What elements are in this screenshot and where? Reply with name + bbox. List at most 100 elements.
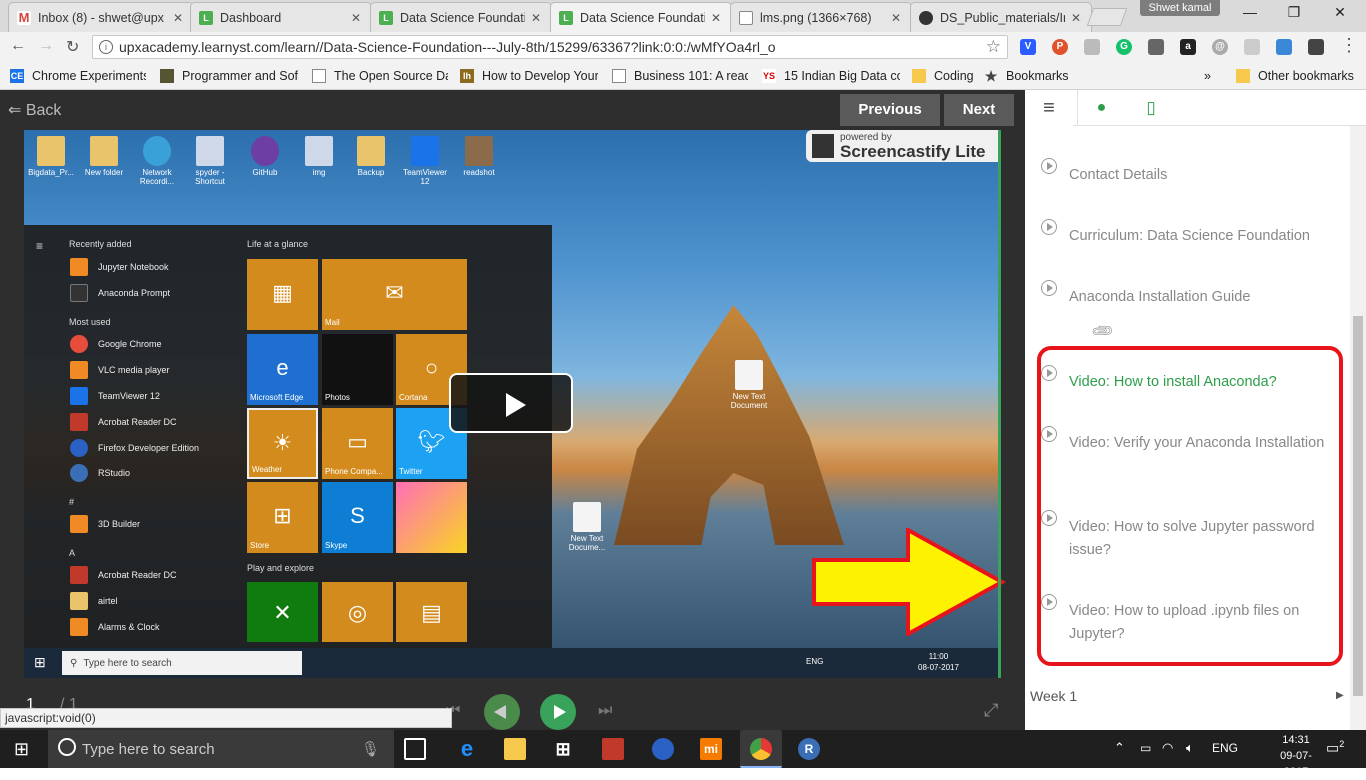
- page-icon: [612, 69, 626, 83]
- taskbar-search-box[interactable]: Type here to search 🎙︎: [48, 730, 394, 768]
- bookmark-programmer[interactable]: Programmer and Sof: [160, 68, 298, 84]
- bookmark-bookmarks[interactable]: ★ Bookmarks: [984, 68, 1080, 84]
- info-icon[interactable]: i: [99, 40, 113, 54]
- skype-tile: S Skype: [322, 482, 393, 553]
- desktop-icon: readshot: [456, 136, 502, 177]
- extension-icon[interactable]: [1084, 39, 1100, 55]
- bookmark-business-101[interactable]: Business 101: A readi: [612, 68, 748, 84]
- panel-scrollbar[interactable]: [1350, 126, 1366, 730]
- video-play-button[interactable]: [449, 373, 573, 433]
- tab-title: Data Science Foundati: [400, 10, 525, 25]
- tab-data-science-active[interactable]: L Data Science Foundati ✕: [550, 2, 732, 32]
- paperclip-icon[interactable]: 📎︎: [1089, 318, 1115, 344]
- tab-gmail[interactable]: M Inbox (8) - shwet@upx ✕: [8, 2, 194, 32]
- lesson-item[interactable]: Contact Details: [1041, 158, 1341, 187]
- close-icon[interactable]: ✕: [171, 11, 185, 25]
- amazon-icon[interactable]: a: [1180, 39, 1196, 55]
- back-arrow-icon[interactable]: ←: [10, 37, 26, 55]
- address-bar[interactable]: i upxacademy.learnyst.com/learn//Data-Sc…: [92, 35, 1008, 59]
- section-label: #: [69, 497, 75, 507]
- list-item: 3D Builder: [70, 514, 140, 534]
- language-indicator: ENG: [806, 657, 824, 666]
- rock-arch-wallpaper: [614, 305, 844, 545]
- candy-crush-tile: [396, 482, 467, 553]
- previous-button[interactable]: Previous: [840, 94, 940, 126]
- video-clock: 11:00 08-07-2017: [918, 652, 959, 672]
- scrollbar-thumb[interactable]: [1353, 316, 1363, 696]
- windows-logo-icon[interactable]: ⊞: [14, 739, 29, 760]
- wifi-icon[interactable]: ◠: [1162, 740, 1173, 756]
- tray-chevron-icon[interactable]: ⌃: [1114, 740, 1125, 756]
- fullscreen-icon[interactable]: ⤢: [984, 700, 998, 721]
- extension-icon[interactable]: [1308, 39, 1324, 55]
- task-view-icon[interactable]: [404, 738, 426, 760]
- tab-dashboard[interactable]: L Dashboard ✕: [190, 2, 372, 32]
- extension-icon[interactable]: [1148, 39, 1164, 55]
- sun-icon: ☀: [272, 430, 293, 456]
- file-explorer-icon[interactable]: [504, 738, 526, 760]
- close-icon[interactable]: ✕: [529, 11, 543, 25]
- lesson-item[interactable]: Anaconda Installation Guide: [1041, 280, 1341, 309]
- app-icon[interactable]: [602, 738, 624, 760]
- close-icon[interactable]: ✕: [889, 11, 903, 25]
- course-player: ⇐ Back Previous Next Bigdata_Pr... New f…: [0, 90, 1025, 730]
- play-icon: [554, 705, 566, 719]
- new-tab-button[interactable]: [1086, 8, 1128, 26]
- tab-data-science-1[interactable]: L Data Science Foundati ✕: [370, 2, 552, 32]
- notes-icon[interactable]: ▯: [1127, 90, 1175, 126]
- menu-dots-icon[interactable]: ⋮: [1340, 35, 1358, 56]
- mi-icon[interactable]: mi: [700, 738, 722, 760]
- tab-github[interactable]: DS_Public_materials/In ✕: [910, 2, 1092, 32]
- extension-icon[interactable]: P: [1052, 39, 1068, 55]
- profile-badge[interactable]: Shwet kamal: [1140, 0, 1220, 16]
- extension-icon[interactable]: [1244, 39, 1260, 55]
- next-button[interactable]: Next: [944, 94, 1014, 126]
- chrome-taskbar-button[interactable]: [740, 730, 782, 768]
- maximize-icon[interactable]: ❐: [1274, 4, 1314, 24]
- language-indicator[interactable]: ENG: [1212, 741, 1238, 755]
- grammarly-icon[interactable]: G: [1116, 39, 1132, 55]
- chat-icon[interactable]: ●: [1077, 90, 1125, 126]
- progress-edge: [998, 130, 1001, 678]
- bookmark-coding-folder[interactable]: Coding: [912, 68, 978, 84]
- panel-tabs: ≡ ● ▯: [1025, 90, 1366, 126]
- extension-icon[interactable]: @: [1212, 39, 1228, 55]
- close-window-icon[interactable]: ✕: [1320, 4, 1360, 24]
- star-icon[interactable]: ☆: [986, 37, 1001, 57]
- bookmark-indian-big-data[interactable]: YS 15 Indian Big Data co: [762, 68, 900, 84]
- store-icon[interactable]: ⊞: [552, 738, 574, 760]
- volume-icon[interactable]: 🔈︎: [1186, 740, 1194, 756]
- taskbar-clock[interactable]: 14:31 09-07-2017: [1276, 732, 1316, 780]
- notification-icon[interactable]: ▭2: [1326, 739, 1344, 757]
- outline-menu-icon[interactable]: ≡: [1025, 90, 1073, 126]
- tab-lms-png[interactable]: lms.png (1366×768) ✕: [730, 2, 912, 32]
- close-icon[interactable]: ✕: [709, 11, 723, 25]
- other-bookmarks[interactable]: Other bookmarks: [1236, 68, 1360, 84]
- back-link[interactable]: ⇐ Back: [8, 100, 61, 120]
- close-icon[interactable]: ✕: [1069, 11, 1083, 25]
- close-icon[interactable]: ✕: [349, 11, 363, 25]
- reload-icon[interactable]: ↻: [66, 37, 79, 57]
- list-item: Alarms & Clock: [70, 617, 160, 637]
- rewind-button[interactable]: [484, 694, 520, 730]
- lesson-item[interactable]: Curriculum: Data Science Foundation: [1041, 219, 1341, 248]
- minimize-icon[interactable]: —: [1230, 4, 1270, 24]
- play-button[interactable]: [540, 694, 576, 730]
- tab-title: lms.png (1366×768): [760, 10, 872, 25]
- bookmark-chrome-experiments[interactable]: CE Chrome Experiments: [10, 68, 146, 84]
- firefox-icon[interactable]: [652, 738, 674, 760]
- extension-icon[interactable]: [1276, 39, 1292, 55]
- film-icon: [812, 134, 834, 158]
- bookmark-open-source[interactable]: The Open Source Dat: [312, 68, 448, 84]
- rstudio-icon[interactable]: R: [798, 738, 820, 760]
- edge-icon[interactable]: e: [456, 738, 478, 760]
- bookmarks-overflow[interactable]: »: [1204, 68, 1218, 84]
- skip-forward-icon[interactable]: ⏭: [598, 702, 612, 720]
- forward-arrow-icon[interactable]: →: [38, 37, 54, 55]
- bookmark-how-to-develop[interactable]: lh How to Develop Your: [460, 68, 598, 84]
- battery-icon[interactable]: ▭: [1140, 741, 1151, 755]
- back-arrow-icon: ⇐: [8, 102, 26, 119]
- extension-icon[interactable]: V: [1020, 39, 1036, 55]
- week-section[interactable]: Week 1 ▶: [1030, 688, 1344, 704]
- microphone-icon[interactable]: 🎙︎: [361, 740, 380, 758]
